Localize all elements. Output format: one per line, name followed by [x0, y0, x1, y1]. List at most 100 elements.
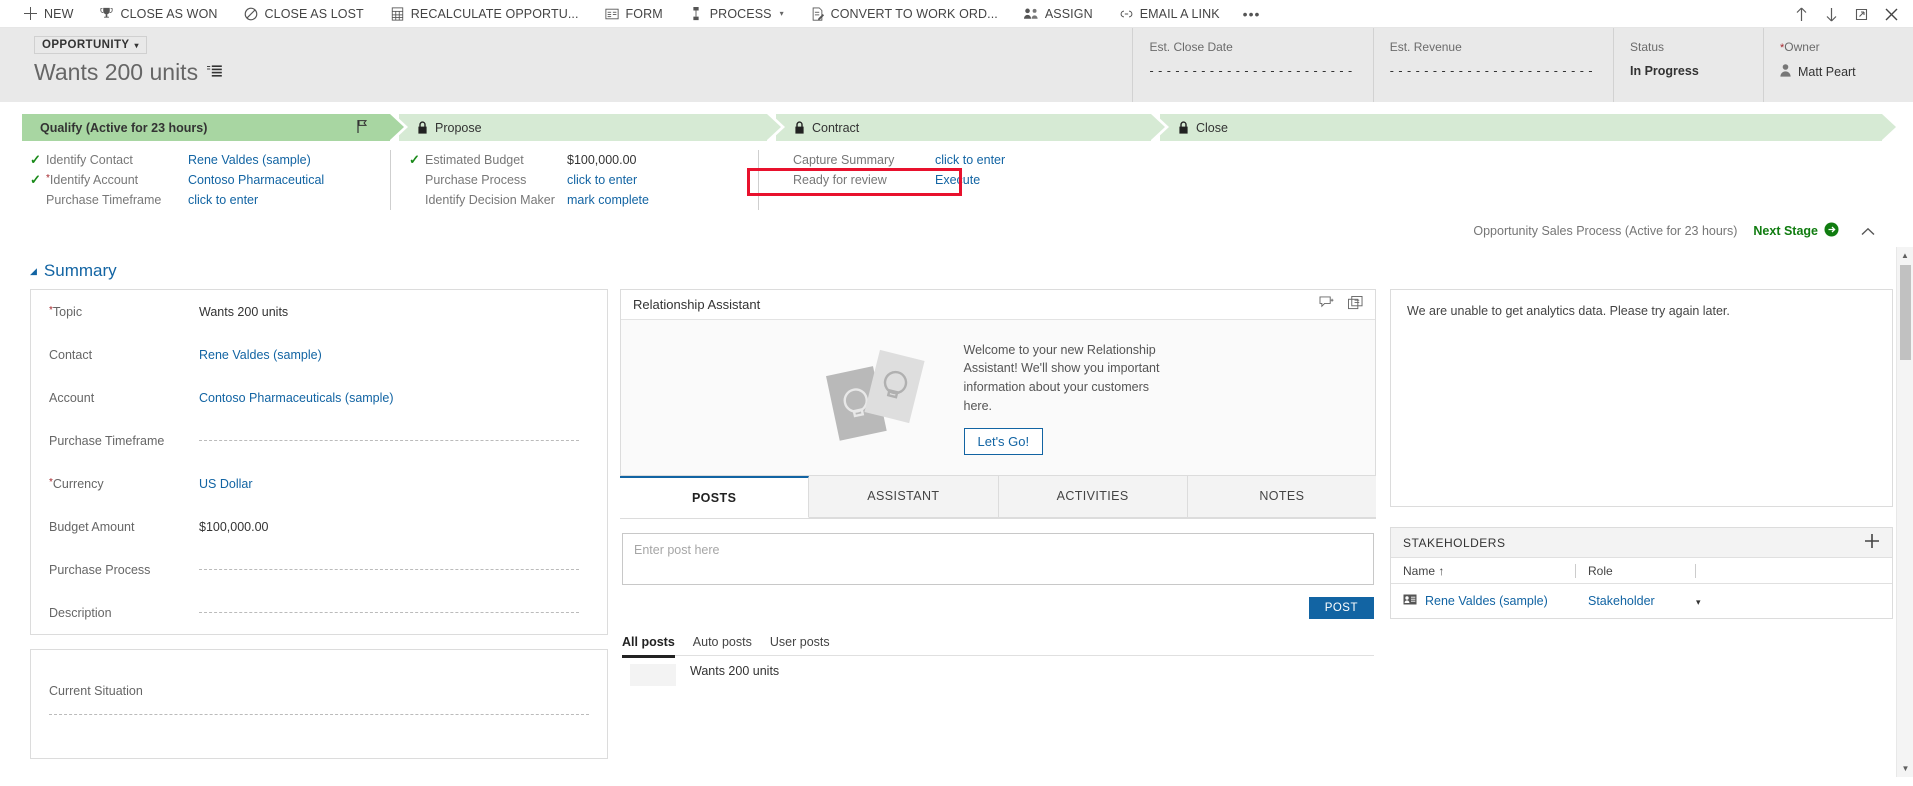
check-icon: ✓ [30, 172, 41, 187]
assistant-illustration [818, 341, 938, 454]
command-new-label: NEW [44, 6, 74, 21]
stage-step-identify-contact[interactable]: ✓ Identify Contact Rene Valdes (sample) [30, 150, 390, 170]
stage-step-identify-account[interactable]: ✓ *Identify Account Contoso Pharmaceutic… [30, 170, 390, 190]
field-label-text: Currency [52, 476, 104, 491]
next-stage-button[interactable]: Next Stage [1753, 222, 1839, 240]
scroll-down-arrow-icon[interactable]: ▼ [1897, 760, 1913, 777]
step-value[interactable]: click to enter [567, 173, 637, 187]
status-badge: In Progress [1630, 64, 1699, 78]
field-description: Description [31, 591, 607, 634]
command-convert-to-work-order[interactable]: CONVERT TO WORK ORD... [797, 0, 1011, 28]
step-value[interactable]: mark complete [567, 193, 649, 207]
filter-user-posts[interactable]: User posts [770, 635, 830, 658]
scrollbar-thumb[interactable] [1900, 265, 1911, 360]
lets-go-button[interactable]: Let's Go! [963, 427, 1044, 455]
column-header-role[interactable]: Role [1576, 563, 1696, 578]
stakeholder-name-link[interactable]: Rene Valdes (sample) [1425, 594, 1548, 608]
stage-close[interactable]: Close [1160, 114, 1900, 141]
step-label: Purchase Timeframe [46, 193, 162, 207]
stage-label: Propose [435, 120, 482, 135]
plus-icon[interactable] [1864, 533, 1880, 552]
cards-icon[interactable] [1348, 296, 1363, 313]
stage-step-capture-summary[interactable]: Capture Summary click to enter [777, 150, 1133, 170]
step-value[interactable]: Execute [935, 173, 980, 187]
feedback-icon[interactable] [1319, 296, 1334, 313]
down-arrow-icon[interactable] [1817, 0, 1845, 28]
command-close-as-lost[interactable]: CLOSE AS LOST [231, 0, 377, 28]
triangle-collapse-icon: ◢ [30, 265, 37, 276]
stage-step-ready-for-review[interactable]: Ready for review Execute [777, 170, 1133, 190]
link-icon [1119, 6, 1134, 21]
relationship-assistant-title: Relationship Assistant [633, 297, 761, 312]
field-value[interactable]: $100,000.00 [199, 520, 589, 534]
field-value[interactable]: Wants 200 units [199, 305, 589, 319]
stage-label: Close [1196, 120, 1228, 135]
assistant-column: Relationship Assistant Welcome to your n… [620, 289, 1390, 759]
stage-contract[interactable]: Contract [776, 114, 1169, 141]
stage-propose[interactable]: Propose [399, 114, 785, 141]
stage-detail-column-contract: Capture Summary click to enter Ready for… [747, 150, 1133, 210]
business-process-flow: Qualify (Active for 23 hours) Propose Co… [0, 102, 1913, 247]
calculator-icon [390, 6, 405, 21]
scroll-up-arrow-icon[interactable]: ▲ [1897, 247, 1913, 264]
stage-label: Contract [812, 120, 860, 135]
list-item[interactable]: Wants 200 units [622, 656, 1374, 686]
post-button[interactable]: POST [1308, 597, 1374, 619]
command-recalculate-opportunity[interactable]: RECALCULATE OPPORTU... [377, 0, 592, 28]
field-budget-amount: Budget Amount $100,000.00 [31, 505, 607, 548]
stakeholder-name-cell[interactable]: Rene Valdes (sample) [1391, 594, 1576, 608]
step-value[interactable]: Contoso Pharmaceutical [188, 173, 324, 187]
header-field-est-revenue: Est. Revenue - - - - - - - - - - - - - -… [1372, 28, 1613, 102]
table-row[interactable]: Rene Valdes (sample) Stakeholder ▾ [1391, 584, 1892, 618]
command-overflow-button[interactable]: ••• [1233, 6, 1271, 22]
tab-activities[interactable]: ACTIVITIES [998, 476, 1188, 518]
contact-card-icon [1403, 594, 1417, 608]
field-label: Purchase Process [49, 562, 151, 577]
field-value[interactable]: Rene Valdes (sample) [199, 348, 589, 362]
filter-auto-posts[interactable]: Auto posts [693, 635, 752, 658]
step-value[interactable]: Rene Valdes (sample) [188, 153, 311, 167]
close-icon[interactable] [1877, 0, 1905, 28]
stage-step-identify-decision-maker[interactable]: Identify Decision Maker mark complete [409, 190, 758, 210]
command-form[interactable]: FORM [592, 0, 676, 28]
post-input[interactable]: Enter post here [622, 533, 1374, 585]
tab-notes[interactable]: NOTES [1187, 476, 1376, 518]
step-value[interactable]: click to enter [935, 153, 1005, 167]
column-header-name[interactable]: Name ↑ [1391, 563, 1576, 578]
command-close-as-won[interactable]: CLOSE AS WON [86, 0, 230, 28]
command-new[interactable]: NEW [10, 0, 86, 28]
entity-type-selector[interactable]: OPPORTUNITY ▾ [34, 36, 147, 54]
field-value[interactable]: Contoso Pharmaceuticals (sample) [199, 391, 589, 405]
stage-qualify[interactable]: Qualify (Active for 23 hours) [22, 114, 408, 141]
step-value[interactable]: click to enter [188, 193, 258, 207]
process-name-label: Opportunity Sales Process (Active for 23… [1473, 224, 1738, 238]
up-arrow-icon[interactable] [1787, 0, 1815, 28]
field-value[interactable]: US Dollar [199, 477, 589, 491]
field-value-empty[interactable] [199, 569, 579, 570]
stage-step-purchase-timeframe[interactable]: Purchase Timeframe click to enter [30, 190, 390, 210]
header-value-empty[interactable]: - - - - - - - - - - - - - - - - - - - - … [1149, 64, 1352, 78]
vertical-scrollbar[interactable]: ▲ ▼ [1896, 247, 1913, 777]
chevron-up-icon[interactable] [1855, 224, 1881, 239]
filter-all-posts[interactable]: All posts [622, 635, 675, 658]
owner-link[interactable]: Matt Peart [1798, 65, 1856, 79]
assistant-welcome-text: Welcome to your new Relationship Assista… [963, 342, 1160, 413]
record-set-icon[interactable] [207, 65, 223, 80]
command-process[interactable]: PROCESS ▾ [676, 0, 797, 28]
field-currency: *Currency US Dollar [31, 462, 607, 505]
popout-icon[interactable] [1847, 0, 1875, 28]
chevron-down-icon[interactable]: ▾ [1696, 597, 1701, 607]
tab-assistant[interactable]: ASSISTANT [809, 476, 999, 518]
field-value-empty[interactable] [199, 440, 579, 441]
stakeholder-role-cell[interactable]: Stakeholder [1576, 594, 1696, 608]
command-assign[interactable]: ASSIGN [1011, 0, 1106, 28]
stage-step-estimated-budget[interactable]: ✓ Estimated Budget $100,000.00 [409, 150, 758, 170]
tab-posts[interactable]: POSTS [620, 476, 810, 518]
field-value-empty[interactable] [49, 714, 589, 715]
field-value-empty[interactable] [199, 612, 579, 613]
stage-step-purchase-process[interactable]: Purchase Process click to enter [409, 170, 758, 190]
header-value-empty[interactable]: - - - - - - - - - - - - - - - - - - - - … [1390, 64, 1593, 78]
section-header-summary[interactable]: ◢ Summary [0, 247, 1913, 281]
social-pane-tabs: POSTS ASSISTANT ACTIVITIES NOTES [620, 476, 1376, 519]
command-email-a-link[interactable]: EMAIL A LINK [1106, 0, 1233, 28]
